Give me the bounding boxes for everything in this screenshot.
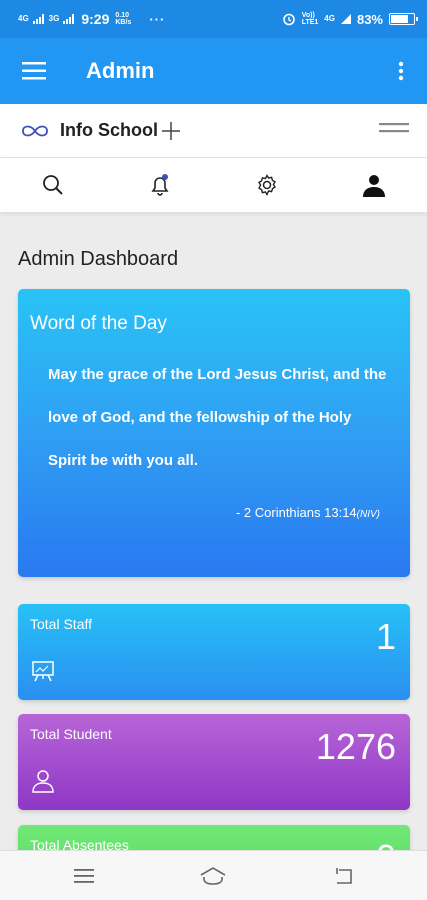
search-icon[interactable] — [40, 172, 66, 198]
verse-reference: - 2 Corinthians 13:14(NIV) — [236, 505, 380, 520]
total-staff-card[interactable]: Total Staff 1 — [18, 604, 410, 700]
quick-icon-bar — [0, 158, 427, 212]
page-title: Admin Dashboard — [18, 248, 179, 270]
school-name: Info School — [60, 120, 158, 140]
total-student-card[interactable]: Total Student 1276 — [18, 714, 410, 810]
infinity-logo-icon — [20, 121, 50, 141]
stat-value: 0 — [376, 837, 396, 850]
home-icon[interactable] — [199, 863, 227, 889]
verse-version: (NIV) — [356, 509, 380, 520]
drawer-toggle-icon[interactable] — [379, 121, 409, 141]
network-speed-unit: KB/s — [115, 19, 132, 26]
stat-label: Total Absentees — [30, 837, 129, 850]
signal-bars-icon — [63, 14, 75, 24]
school-bar: Info School — [0, 104, 427, 158]
more-vertical-icon[interactable] — [375, 38, 427, 104]
lte-label: LTE1 — [301, 19, 319, 26]
battery-percent: 83% — [356, 11, 383, 27]
notification-bell-icon[interactable] — [147, 172, 173, 198]
network-speed-value: 0.10 — [115, 12, 129, 19]
network-type-label: 4G — [324, 14, 335, 23]
hamburger-menu-icon[interactable] — [0, 38, 68, 104]
battery-icon — [389, 13, 418, 25]
recent-apps-icon[interactable] — [70, 863, 98, 889]
stat-label: Total Student — [30, 726, 112, 742]
signal-bars-icon — [340, 14, 351, 24]
back-icon[interactable] — [330, 863, 358, 889]
word-of-the-day-card: Word of the Day May the grace of the Lor… — [18, 289, 410, 577]
app-bar-title: Admin — [86, 58, 155, 83]
verse-reference-text: - 2 Corinthians 13:14 — [235, 505, 357, 520]
app-bar: Admin — [0, 38, 427, 104]
status-time: 9:29 — [81, 11, 110, 27]
alarm-clock-icon — [282, 13, 295, 26]
total-absentees-card[interactable]: Total Absentees 0 — [18, 825, 410, 850]
more-notifications-icon: ··· — [149, 11, 166, 27]
student-person-icon — [30, 768, 56, 794]
status-bar: 4G 3G 9:29 0.10 KB/s ··· Vo)) LTE1 4G 83… — [0, 0, 427, 38]
system-nav-bar — [0, 850, 427, 900]
stat-label: Total Staff — [30, 616, 93, 632]
stat-value: 1 — [375, 616, 396, 657]
settings-gear-icon[interactable] — [254, 172, 280, 198]
dashboard-content[interactable]: Admin Dashboard Word of the Day May the … — [0, 212, 427, 850]
presentation-board-icon — [30, 658, 56, 684]
volte-label: Vo)) — [301, 12, 315, 19]
plus-icon[interactable] — [160, 120, 182, 142]
profile-user-icon[interactable] — [361, 172, 387, 198]
verse-text: May the grace of the Lord Jesus Christ, … — [48, 366, 387, 469]
word-card-title: Word of the Day — [30, 313, 167, 334]
signal-1-label: 4G — [18, 14, 29, 23]
signal-2-label: 3G — [48, 14, 60, 23]
signal-bars-icon — [32, 14, 44, 24]
stat-value: 1276 — [315, 726, 396, 767]
